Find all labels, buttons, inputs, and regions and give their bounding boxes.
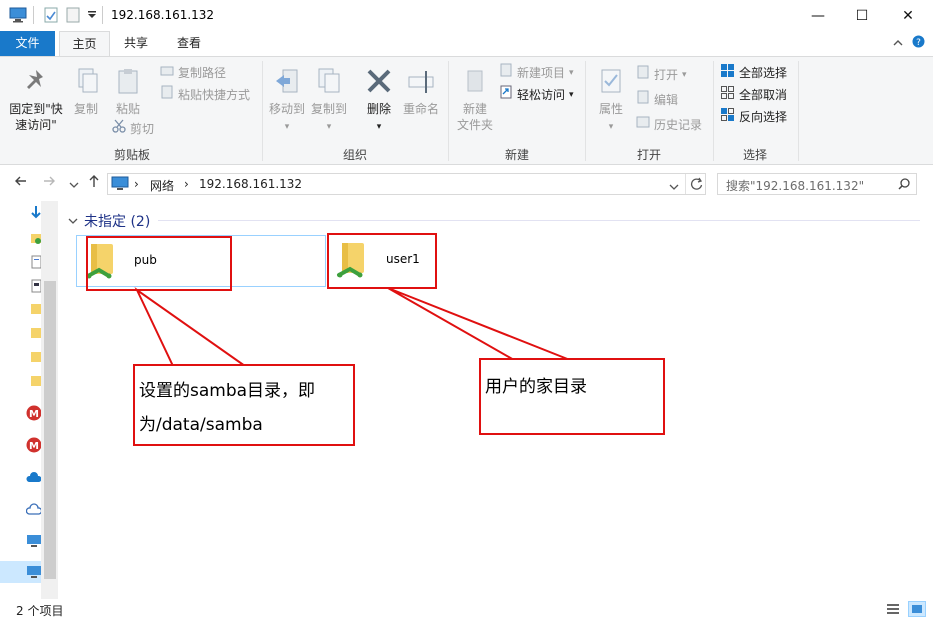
status-bar: 2 个项目 [0,599,933,622]
details-view-icon[interactable] [886,603,900,618]
annotation-text: 设置的samba目录，即 [139,381,316,401]
annotation-text: 为/data/samba [139,415,263,435]
annotation-callout: 用户的家目录 [479,358,665,435]
highlight-box [327,233,437,289]
annotation-callout: 设置的samba目录，即 为/data/samba [133,364,355,446]
annotation-text: 用户的家目录 [485,377,587,397]
highlight-box [86,236,232,291]
large-icons-view-icon[interactable] [908,601,926,617]
annotation-arrows [134,286,571,367]
item-count: 2 个项目 [16,604,64,618]
